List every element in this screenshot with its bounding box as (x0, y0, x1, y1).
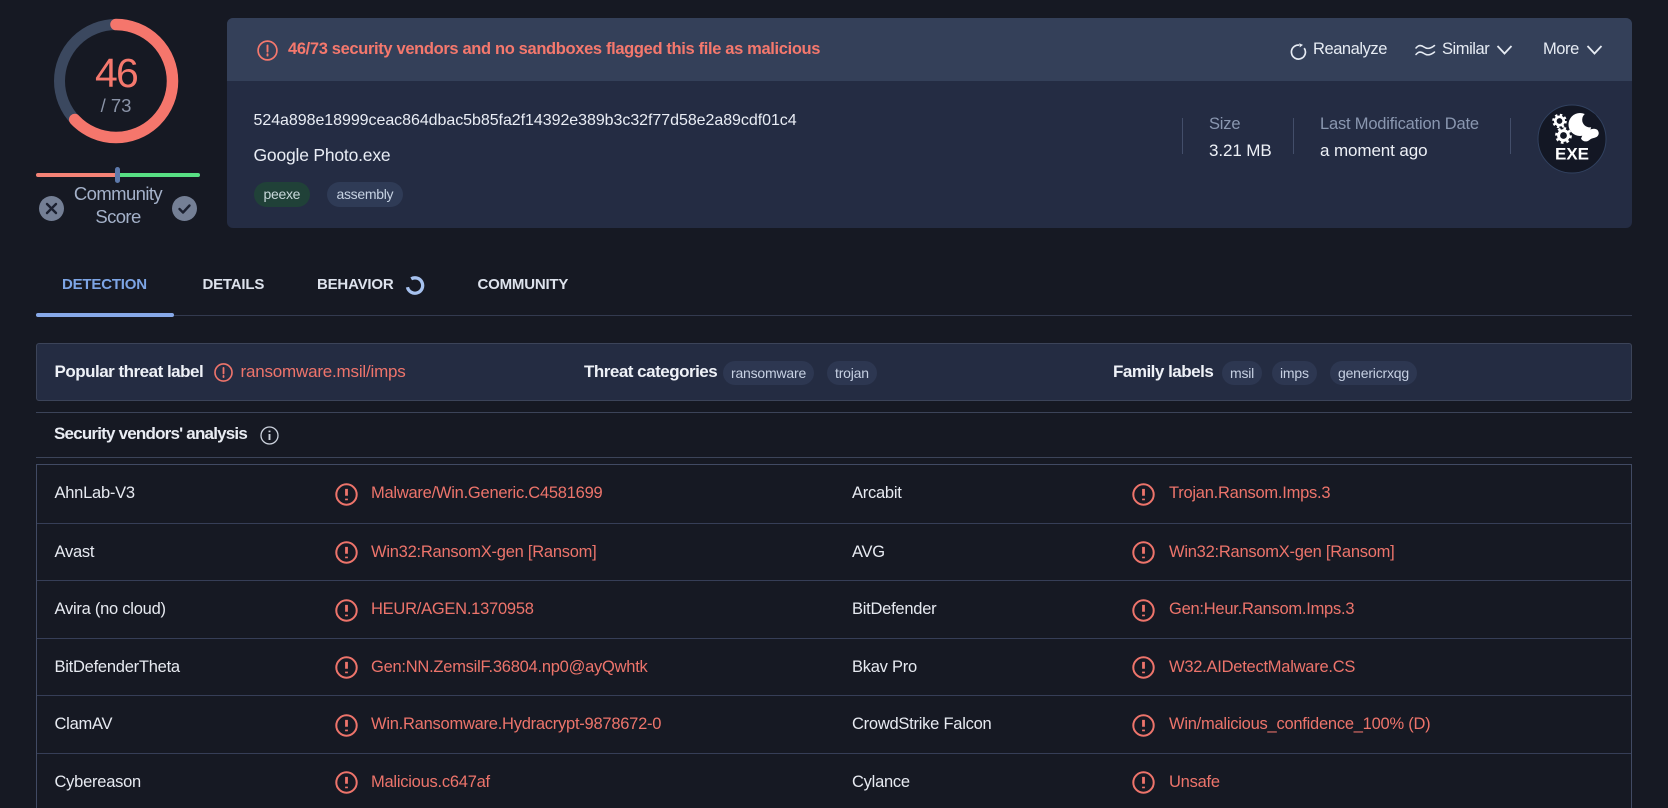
svg-text:EXE: EXE (1555, 144, 1589, 163)
